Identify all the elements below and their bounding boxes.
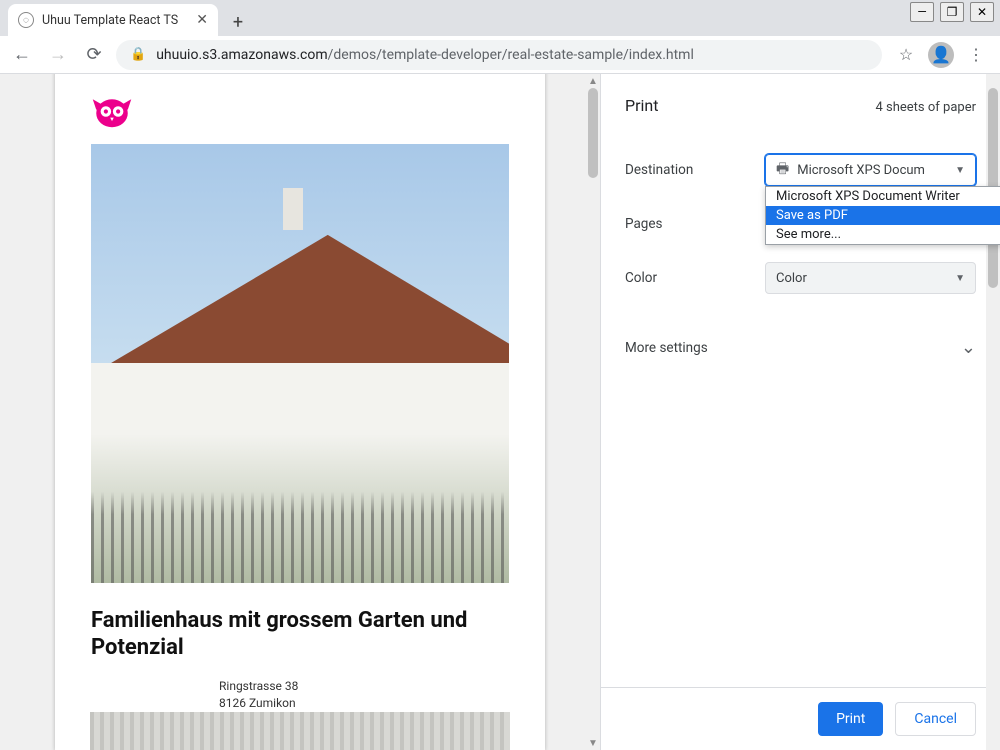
caret-down-icon: ▼	[955, 165, 965, 176]
window-controls: — ❐ ✕	[904, 0, 1000, 24]
sheet-count: 4 sheets of paper	[875, 100, 976, 115]
pages-label: Pages	[625, 216, 765, 232]
window-maximize-button[interactable]: ❐	[940, 2, 964, 22]
tab-title: Uhuu Template React TS	[42, 13, 188, 28]
dialog-scrollbar[interactable]	[986, 74, 1000, 750]
color-select[interactable]: Color ▼	[765, 262, 976, 294]
more-settings-toggle[interactable]: More settings ⌄	[625, 319, 976, 376]
print-dialog-footer: Print Cancel	[601, 687, 1000, 750]
browser-menu-icon[interactable]: ⋮	[964, 43, 988, 67]
new-tab-button[interactable]: +	[224, 8, 252, 36]
color-label: Color	[625, 270, 765, 286]
profile-avatar-icon[interactable]: 👤	[928, 42, 954, 68]
bookmark-star-icon[interactable]: ☆	[894, 43, 918, 67]
print-dialog: Print 4 sheets of paper Destination 🖶 Mi…	[600, 74, 1000, 750]
destination-select[interactable]: 🖶 Microsoft XPS Docum ▼	[765, 154, 976, 186]
chevron-down-icon: ⌄	[961, 337, 976, 358]
address-bar[interactable]: 🔒 uhuuio.s3.amazonaws.com/demos/template…	[116, 40, 882, 70]
preview-page: Familienhaus mit grossem Garten und Pote…	[55, 74, 545, 750]
reload-button[interactable]: ⟳	[80, 41, 108, 69]
caret-down-icon: ▼	[955, 273, 965, 284]
scroll-down-arrow-icon[interactable]: ▼	[586, 736, 600, 750]
print-preview-pane: Familienhaus mit grossem Garten und Pote…	[0, 74, 600, 750]
document-address: Ringstrasse 38 8126 Zumikon	[91, 678, 509, 712]
hero-house-image	[91, 144, 509, 583]
scroll-thumb[interactable]	[588, 88, 598, 178]
toolbar-right-controls: ☆ 👤 ⋮	[890, 42, 992, 68]
print-dialog-title: Print	[625, 96, 658, 115]
url-host: uhuuio.s3.amazonaws.com	[156, 47, 327, 63]
destination-label: Destination	[625, 162, 765, 178]
forward-button[interactable]: →	[44, 41, 72, 69]
url-path: /demos/template-developer/real-estate-sa…	[328, 47, 694, 63]
destination-selected-value: Microsoft XPS Docum	[797, 163, 925, 178]
browser-toolbar: ← → ⟳ 🔒 uhuuio.s3.amazonaws.com/demos/te…	[0, 36, 1000, 74]
brand-owl-logo-icon	[91, 94, 133, 136]
window-minimize-button[interactable]: —	[910, 2, 934, 22]
tab-strip: ◌ Uhuu Template React TS ✕ +	[0, 0, 1000, 36]
document-title: Familienhaus mit grossem Garten und Pote…	[91, 607, 509, 662]
destination-option-save-pdf[interactable]: Save as PDF	[766, 206, 1000, 225]
back-button[interactable]: ←	[8, 41, 36, 69]
address-line-1: Ringstrasse 38	[219, 678, 509, 695]
color-selected-value: Color	[776, 271, 807, 286]
more-settings-label: More settings	[625, 340, 708, 356]
color-row: Color Color ▼	[625, 251, 976, 305]
destination-dropdown-menu: Microsoft XPS Document Writer Save as PD…	[765, 186, 1000, 245]
cancel-button[interactable]: Cancel	[895, 702, 976, 736]
destination-option-see-more[interactable]: See more...	[766, 225, 1000, 244]
print-button[interactable]: Print	[818, 702, 883, 736]
lock-icon: 🔒	[130, 47, 146, 62]
background-page-peek	[90, 708, 510, 750]
destination-row: Destination 🖶 Microsoft XPS Docum ▼ Micr…	[625, 143, 976, 197]
printer-icon: 🖶	[776, 158, 789, 182]
window-close-button[interactable]: ✕	[970, 2, 994, 22]
preview-scrollbar[interactable]: ▲ ▼	[586, 74, 600, 750]
globe-icon: ◌	[18, 12, 34, 28]
scroll-up-arrow-icon[interactable]: ▲	[586, 74, 600, 88]
browser-tab[interactable]: ◌ Uhuu Template React TS ✕	[8, 4, 218, 36]
destination-option-xps[interactable]: Microsoft XPS Document Writer	[766, 187, 1000, 206]
close-tab-icon[interactable]: ✕	[196, 12, 208, 28]
